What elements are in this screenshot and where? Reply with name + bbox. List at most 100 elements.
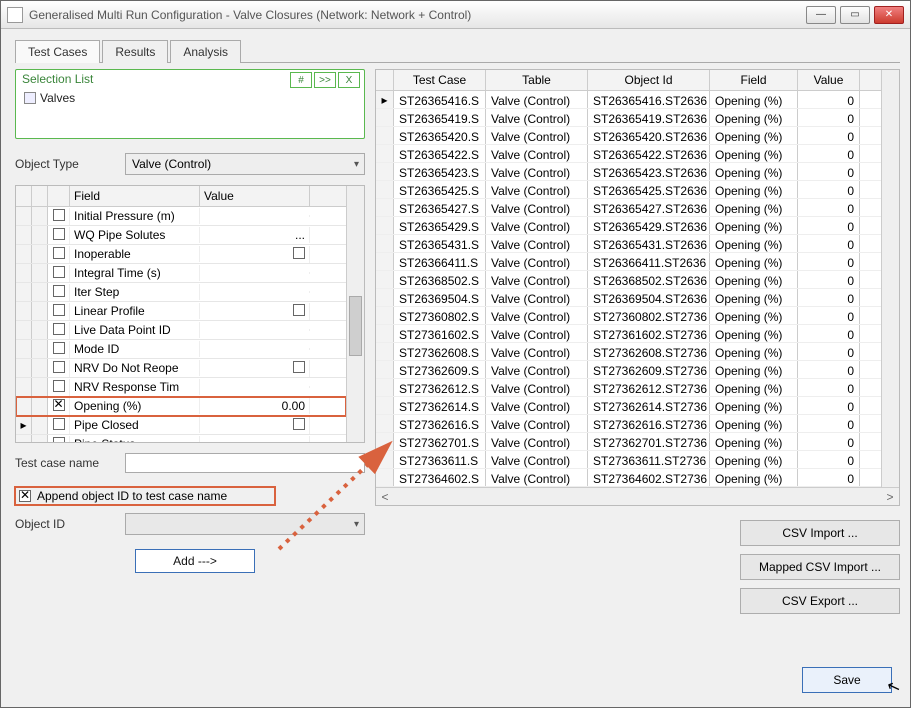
maximize-button[interactable]: ▭	[840, 6, 870, 24]
grid-row[interactable]: ST27362616.SValve (Control)ST27362616.ST…	[376, 415, 881, 433]
field-row[interactable]: Mode ID	[16, 340, 346, 359]
grid-header-field: Field	[710, 70, 798, 90]
field-checkbox[interactable]	[53, 399, 65, 411]
tab-analysis[interactable]: Analysis	[170, 40, 241, 63]
field-value: ...	[295, 437, 305, 442]
grid-row[interactable]: ST26365425.SValve (Control)ST26365425.ST…	[376, 181, 881, 199]
grid-vscrollbar[interactable]	[881, 70, 899, 487]
grid-row[interactable]: ST27361602.SValve (Control)ST27361602.ST…	[376, 325, 881, 343]
field-grid[interactable]: Field Value Initial Pressure (m)WQ Pipe …	[15, 185, 365, 443]
selection-next-button[interactable]: >>	[314, 72, 336, 88]
app-window: Generalised Multi Run Configuration - Va…	[0, 0, 911, 708]
value-checkbox[interactable]	[293, 304, 305, 316]
field-row[interactable]: Integral Time (s)	[16, 264, 346, 283]
field-checkbox[interactable]	[53, 437, 65, 443]
field-checkbox[interactable]	[53, 228, 65, 240]
value-checkbox[interactable]	[293, 361, 305, 373]
field-row[interactable]: NRV Response Tim	[16, 378, 346, 397]
grid-row[interactable]: ST26366411.SValve (Control)ST26366411.ST…	[376, 253, 881, 271]
grid-header-value: Value	[798, 70, 860, 90]
grid-row[interactable]: ST26365423.SValve (Control)ST26365423.ST…	[376, 163, 881, 181]
field-row[interactable]: WQ Pipe Solutes...	[16, 226, 346, 245]
field-name: Integral Time (s)	[70, 265, 200, 281]
field-row[interactable]: NRV Do Not Reope	[16, 359, 346, 378]
grid-row[interactable]: ST27363611.SValve (Control)ST27363611.ST…	[376, 451, 881, 469]
selection-close-button[interactable]: X	[338, 72, 360, 88]
field-checkbox[interactable]	[53, 247, 65, 259]
field-value: ...	[295, 228, 305, 242]
save-button[interactable]: Save	[802, 667, 892, 693]
grid-row[interactable]: ST26365419.SValve (Control)ST26365419.ST…	[376, 109, 881, 127]
grid-row[interactable]: ST27362609.SValve (Control)ST27362609.ST…	[376, 361, 881, 379]
field-checkbox[interactable]	[53, 380, 65, 392]
field-row[interactable]: Pipe Status...	[16, 435, 346, 442]
grid-row[interactable]: ST27362612.SValve (Control)ST27362612.ST…	[376, 379, 881, 397]
field-row[interactable]: Opening (%) 0.00	[16, 397, 346, 416]
field-name: Pipe Closed	[70, 417, 200, 433]
field-checkbox[interactable]	[53, 304, 65, 316]
field-checkbox[interactable]	[53, 285, 65, 297]
grid-row[interactable]: ST26369504.SValve (Control)ST26369504.ST…	[376, 289, 881, 307]
field-checkbox[interactable]	[53, 418, 65, 430]
append-object-id-checkbox[interactable]	[19, 490, 31, 502]
field-name: Opening (%)	[70, 398, 200, 414]
grid-row[interactable]: ST26365427.SValve (Control)ST26365427.ST…	[376, 199, 881, 217]
field-name: Live Data Point ID	[70, 322, 200, 338]
field-name: Inoperable	[70, 246, 200, 262]
field-value: 0.00	[282, 399, 305, 413]
grid-row[interactable]: ST26365431.SValve (Control)ST26365431.ST…	[376, 235, 881, 253]
tab-results[interactable]: Results	[102, 40, 168, 63]
window-title: Generalised Multi Run Configuration - Va…	[29, 8, 806, 22]
grid-header-testcase: Test Case	[394, 70, 486, 90]
grid-row[interactable]: ▸ST26365416.SValve (Control)ST26365416.S…	[376, 91, 881, 109]
object-type-combo[interactable]: Valve (Control)	[125, 153, 365, 175]
field-row[interactable]: Inoperable	[16, 245, 346, 264]
field-row[interactable]: Live Data Point ID	[16, 321, 346, 340]
value-checkbox[interactable]	[293, 247, 305, 259]
tab-test-cases[interactable]: Test Cases	[15, 40, 100, 63]
titlebar: Generalised Multi Run Configuration - Va…	[1, 1, 910, 29]
grid-row[interactable]: ST27362608.SValve (Control)ST27362608.ST…	[376, 343, 881, 361]
grid-hscrollbar[interactable]: <>	[376, 487, 899, 505]
field-grid-scrollbar[interactable]	[346, 186, 364, 442]
close-button[interactable]: ✕	[874, 6, 904, 24]
field-checkbox[interactable]	[53, 266, 65, 278]
selection-item-label: Valves	[40, 91, 75, 105]
field-name: NRV Response Tim	[70, 379, 200, 395]
minimize-button[interactable]: —	[806, 6, 836, 24]
csv-export-button[interactable]: CSV Export ...	[740, 588, 900, 614]
object-type-value: Valve (Control)	[132, 157, 211, 171]
value-checkbox[interactable]	[293, 418, 305, 430]
grid-row[interactable]: ST26365420.SValve (Control)ST26365420.ST…	[376, 127, 881, 145]
test-case-name-input[interactable]	[125, 453, 365, 473]
field-row[interactable]: Iter Step	[16, 283, 346, 302]
test-case-name-label: Test case name	[15, 456, 115, 470]
field-name: WQ Pipe Solutes	[70, 227, 200, 243]
grid-row[interactable]: ST26365422.SValve (Control)ST26365422.ST…	[376, 145, 881, 163]
field-row[interactable]: ▸Pipe Closed	[16, 416, 346, 435]
selection-hash-button[interactable]: #	[290, 72, 312, 88]
field-row[interactable]: Initial Pressure (m)	[16, 207, 346, 226]
grid-row[interactable]: ST26368502.SValve (Control)ST26368502.ST…	[376, 271, 881, 289]
grid-row[interactable]: ST27364602.SValve (Control)ST27364602.ST…	[376, 469, 881, 487]
add-button[interactable]: Add --->	[135, 549, 255, 573]
app-icon	[7, 7, 23, 23]
field-checkbox[interactable]	[53, 209, 65, 221]
object-type-label: Object Type	[15, 157, 115, 171]
grid-row[interactable]: ST27360802.SValve (Control)ST27360802.ST…	[376, 307, 881, 325]
selection-item[interactable]: Valves	[24, 91, 358, 105]
object-id-combo[interactable]	[125, 513, 365, 535]
field-name: Linear Profile	[70, 303, 200, 319]
field-checkbox[interactable]	[53, 323, 65, 335]
grid-row[interactable]: ST26365429.SValve (Control)ST26365429.ST…	[376, 217, 881, 235]
test-case-grid[interactable]: Test Case Table Object Id Field Value ▸S…	[375, 69, 900, 506]
mapped-csv-import-button[interactable]: Mapped CSV Import ...	[740, 554, 900, 580]
selection-list-label: Selection List	[22, 72, 93, 86]
field-row[interactable]: Linear Profile	[16, 302, 346, 321]
append-object-id-label: Append object ID to test case name	[37, 489, 227, 503]
csv-import-button[interactable]: CSV Import ...	[740, 520, 900, 546]
field-checkbox[interactable]	[53, 342, 65, 354]
grid-row[interactable]: ST27362614.SValve (Control)ST27362614.ST…	[376, 397, 881, 415]
field-checkbox[interactable]	[53, 361, 65, 373]
grid-row[interactable]: ST27362701.SValve (Control)ST27362701.ST…	[376, 433, 881, 451]
